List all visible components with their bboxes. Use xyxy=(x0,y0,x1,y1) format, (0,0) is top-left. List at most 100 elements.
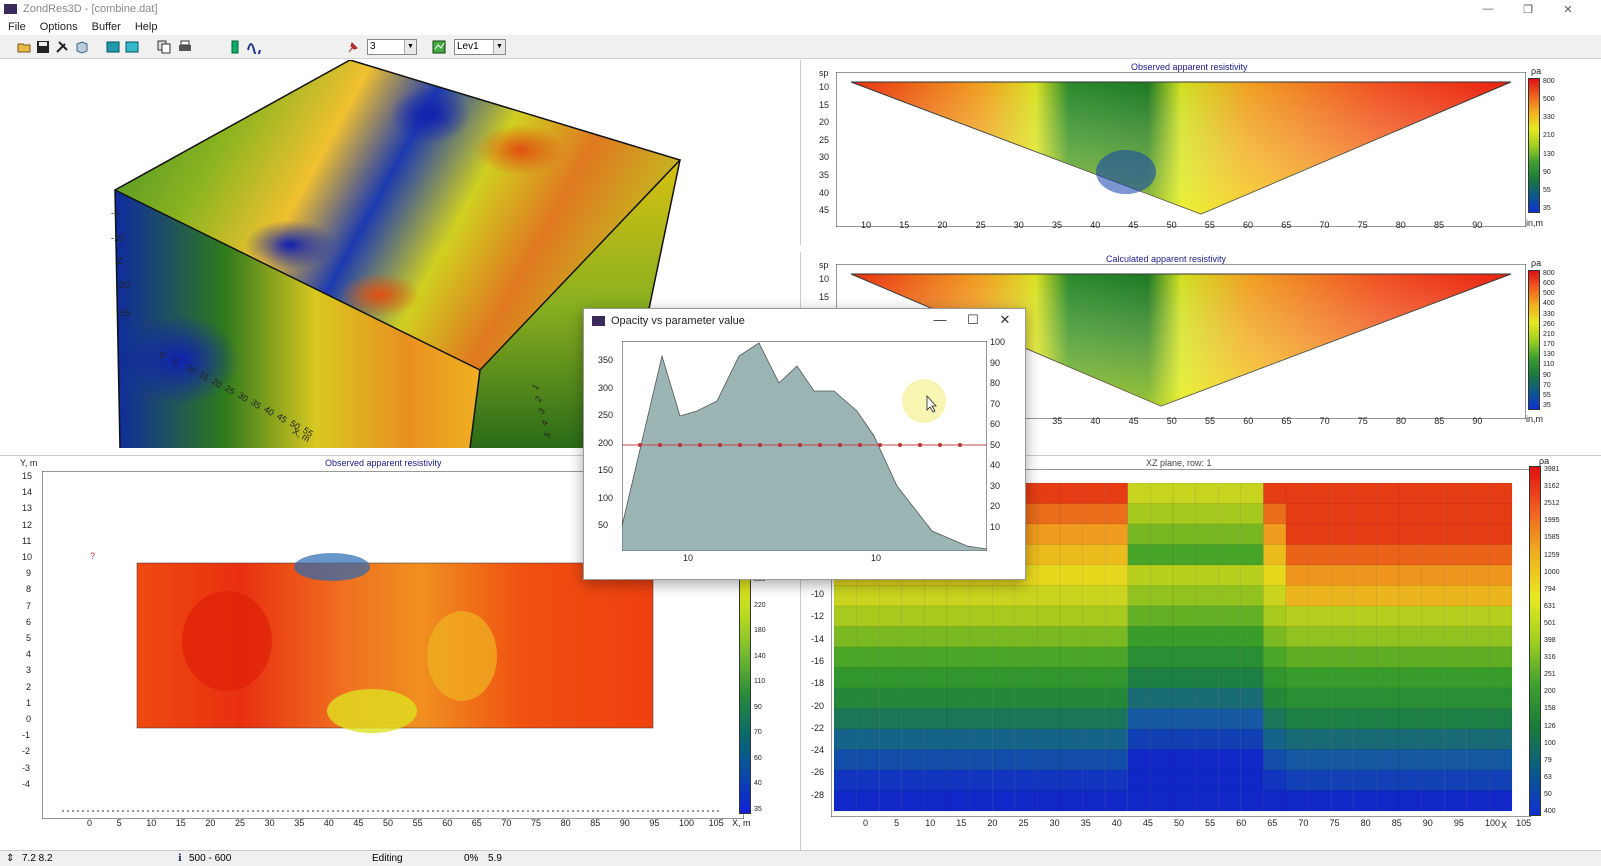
xz-cell[interactable] xyxy=(969,646,993,668)
xz-cell[interactable] xyxy=(901,790,925,812)
xz-cell[interactable] xyxy=(924,687,948,709)
xz-cell[interactable] xyxy=(1059,646,1083,668)
xz-cell[interactable] xyxy=(1082,667,1106,689)
xz-cell[interactable] xyxy=(1398,482,1422,504)
xz-cell[interactable] xyxy=(1376,626,1400,648)
xz-cell[interactable] xyxy=(1082,605,1106,627)
view3d-icon[interactable] xyxy=(106,40,120,54)
xz-cell[interactable] xyxy=(969,667,993,689)
xz-cell[interactable] xyxy=(1059,769,1083,791)
xz-cell[interactable] xyxy=(1331,544,1355,566)
xz-cell[interactable] xyxy=(1285,646,1309,668)
xz-cell[interactable] xyxy=(1105,687,1129,709)
xz-cell[interactable] xyxy=(1014,687,1038,709)
xz-cell[interactable] xyxy=(856,605,880,627)
xz-cell[interactable] xyxy=(1353,503,1377,525)
xz-cell[interactable] xyxy=(901,708,925,730)
xz-cell[interactable] xyxy=(1466,769,1490,791)
xz-cell[interactable] xyxy=(1308,708,1332,730)
xz-cell[interactable] xyxy=(991,667,1015,689)
xz-cell[interactable] xyxy=(1150,523,1174,545)
xz-cell[interactable] xyxy=(1218,728,1242,750)
xz-cell[interactable] xyxy=(1466,749,1490,771)
threshold-point[interactable] xyxy=(898,443,902,447)
xz-cell[interactable] xyxy=(969,585,993,607)
xz-cell[interactable] xyxy=(1421,564,1445,586)
threshold-point[interactable] xyxy=(958,443,962,447)
xz-cell[interactable] xyxy=(1308,626,1332,648)
xz-cell[interactable] xyxy=(1037,687,1061,709)
xz-cell[interactable] xyxy=(1444,544,1468,566)
xz-cell[interactable] xyxy=(1059,544,1083,566)
xz-cell[interactable] xyxy=(856,585,880,607)
waves-icon[interactable] xyxy=(247,40,261,54)
xz-cell[interactable] xyxy=(1308,605,1332,627)
xz-cell[interactable] xyxy=(1489,523,1513,545)
xz-cell[interactable] xyxy=(1263,790,1287,812)
xz-cell[interactable] xyxy=(1082,626,1106,648)
xz-cell[interactable] xyxy=(1037,769,1061,791)
xz-cell[interactable] xyxy=(1331,769,1355,791)
xz-cell[interactable] xyxy=(1240,544,1264,566)
xz-cell[interactable] xyxy=(991,790,1015,812)
xz-cell[interactable] xyxy=(1037,646,1061,668)
xz-cell[interactable] xyxy=(969,708,993,730)
xz-cell[interactable] xyxy=(1059,790,1083,812)
xz-cell[interactable] xyxy=(1150,626,1174,648)
xz-cell[interactable] xyxy=(1421,667,1445,689)
xz-cell[interactable] xyxy=(1353,544,1377,566)
xz-cell[interactable] xyxy=(1444,728,1468,750)
xz-cell[interactable] xyxy=(879,626,903,648)
xz-cell[interactable] xyxy=(1331,564,1355,586)
xz-cell[interactable] xyxy=(1285,790,1309,812)
xz-cell[interactable] xyxy=(1195,544,1219,566)
xz-cell[interactable] xyxy=(1082,687,1106,709)
xz-cell[interactable] xyxy=(879,667,903,689)
xz-cell[interactable] xyxy=(1172,585,1196,607)
xz-cell[interactable] xyxy=(1308,482,1332,504)
xz-cell[interactable] xyxy=(1014,728,1038,750)
xz-cell[interactable] xyxy=(1331,626,1355,648)
xz-cell[interactable] xyxy=(1466,605,1490,627)
threshold-point[interactable] xyxy=(658,443,662,447)
xz-cell[interactable] xyxy=(1444,523,1468,545)
xz-cell[interactable] xyxy=(1172,790,1196,812)
xz-cell[interactable] xyxy=(1376,544,1400,566)
xz-cell[interactable] xyxy=(1398,646,1422,668)
xz-cell[interactable] xyxy=(1105,564,1129,586)
xz-cell[interactable] xyxy=(1263,728,1287,750)
threshold-point[interactable] xyxy=(918,443,922,447)
xz-cell[interactable] xyxy=(1353,482,1377,504)
xz-cell[interactable] xyxy=(1421,708,1445,730)
xz-cell[interactable] xyxy=(1308,646,1332,668)
xz-cell[interactable] xyxy=(1376,523,1400,545)
xz-cell[interactable] xyxy=(1127,523,1151,545)
xz-cell[interactable] xyxy=(856,687,880,709)
xz-cell[interactable] xyxy=(1240,523,1264,545)
xz-cell[interactable] xyxy=(1489,626,1513,648)
level-count-select[interactable]: 3 ▼ xyxy=(367,39,417,55)
xz-cell[interactable] xyxy=(1489,503,1513,525)
xz-cell[interactable] xyxy=(1421,482,1445,504)
xz-cell[interactable] xyxy=(1308,728,1332,750)
xz-cell[interactable] xyxy=(1218,667,1242,689)
xz-cell[interactable] xyxy=(991,646,1015,668)
xz-cell[interactable] xyxy=(1466,687,1490,709)
xz-cell[interactable] xyxy=(1376,605,1400,627)
xz-cell[interactable] xyxy=(1421,687,1445,709)
xz-cell[interactable] xyxy=(1489,646,1513,668)
xz-cell[interactable] xyxy=(1127,749,1151,771)
xz-cell[interactable] xyxy=(1127,605,1151,627)
threshold-point[interactable] xyxy=(678,443,682,447)
xz-cell[interactable] xyxy=(1263,564,1287,586)
xz-cell[interactable] xyxy=(1218,646,1242,668)
threshold-point[interactable] xyxy=(798,443,802,447)
xz-cell[interactable] xyxy=(924,769,948,791)
xz-cell[interactable] xyxy=(1331,790,1355,812)
xz-cell[interactable] xyxy=(1082,482,1106,504)
xz-cell[interactable] xyxy=(1421,728,1445,750)
xz-cell[interactable] xyxy=(1127,564,1151,586)
xz-cell[interactable] xyxy=(1105,646,1129,668)
xz-cell[interactable] xyxy=(1263,749,1287,771)
save-icon[interactable] xyxy=(36,40,50,54)
